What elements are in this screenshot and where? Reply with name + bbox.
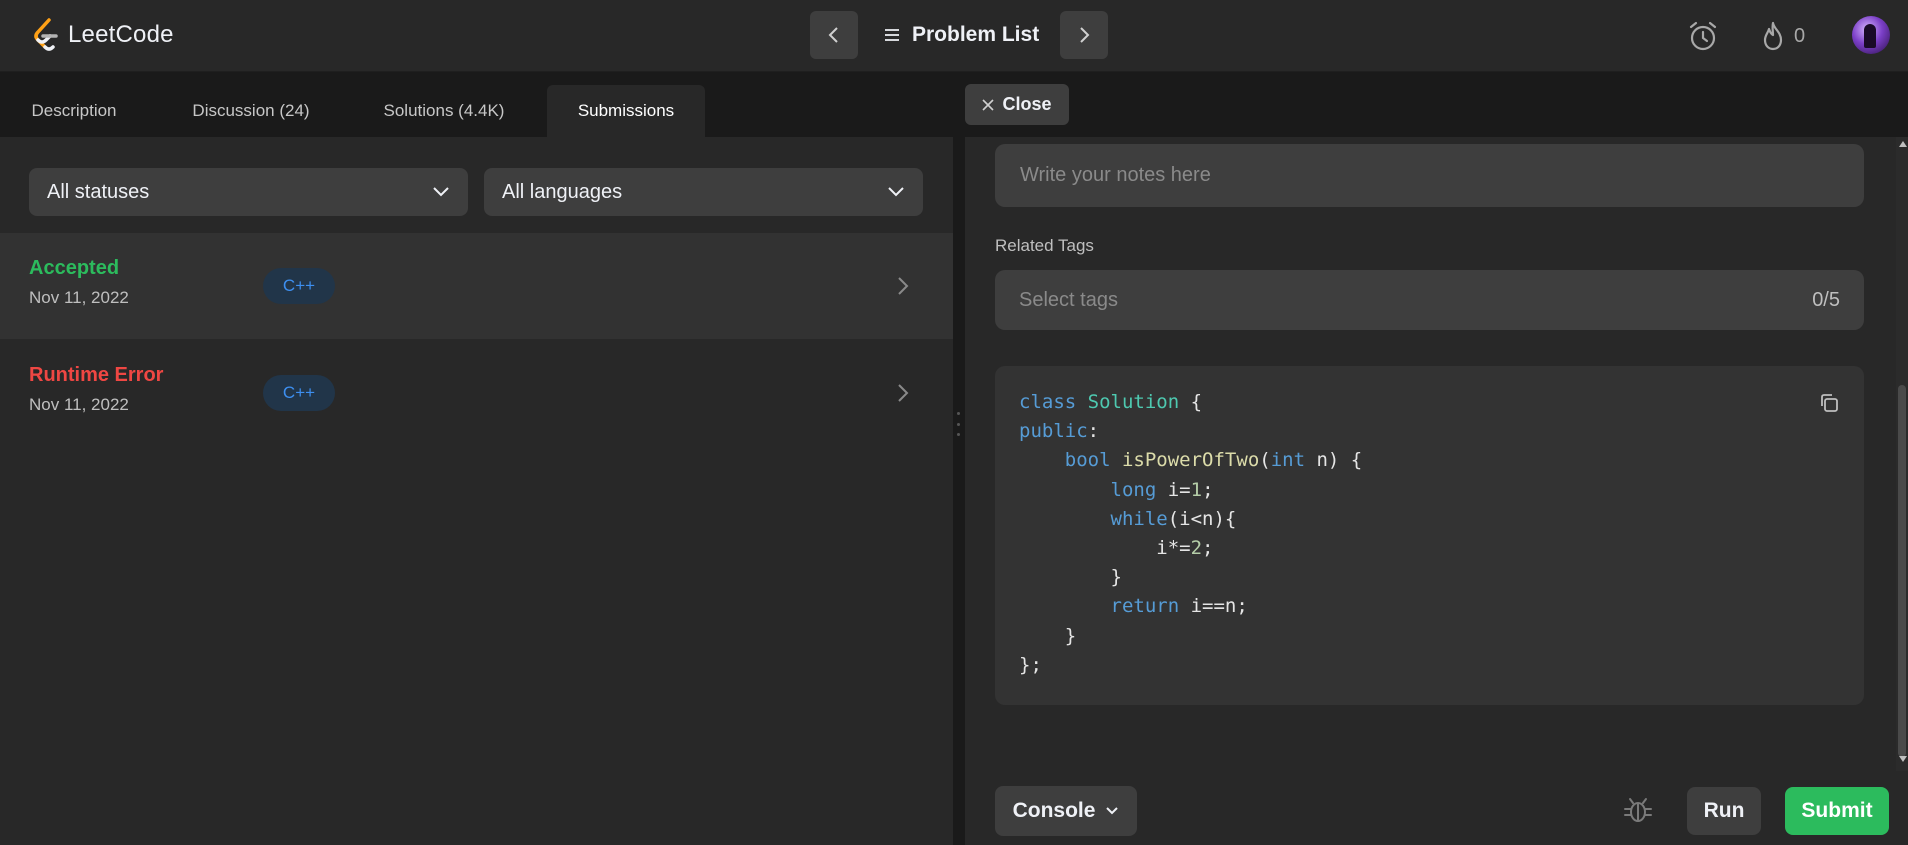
code-line: i*=2; — [1019, 537, 1214, 560]
status-filter-value: All statuses — [47, 180, 150, 203]
close-button[interactable]: Close — [965, 84, 1069, 125]
code-line: while(i<n){ — [1110, 507, 1237, 530]
tags-select[interactable]: Select tags 0/5 — [995, 270, 1864, 330]
tab-discussion[interactable]: Discussion (24) — [166, 85, 336, 137]
notes-input[interactable]: Write your notes here — [995, 144, 1864, 207]
tags-placeholder: Select tags — [1019, 288, 1118, 311]
close-icon — [982, 98, 995, 111]
submission-row[interactable]: Accepted Nov 11, 2022 C++ — [0, 233, 953, 339]
submission-date: Nov 11, 2022 — [29, 395, 129, 414]
language-filter-value: All languages — [502, 180, 623, 203]
scrollbar-thumb[interactable] — [1898, 385, 1906, 757]
code-line: return i==n; — [1110, 595, 1248, 618]
language-badge: C++ — [263, 268, 335, 304]
top-navbar: LeetCode Problem List 0 — [0, 0, 1908, 72]
left-panel: Description Discussion (24) Solutions (4… — [0, 73, 953, 845]
resize-handle[interactable] — [957, 412, 961, 436]
submission-status: Runtime Error — [29, 364, 164, 386]
brand-name: LeetCode — [68, 21, 174, 48]
console-button[interactable]: Console — [995, 786, 1137, 836]
chevron-right-icon — [1080, 27, 1090, 43]
language-badge: C++ — [263, 375, 335, 411]
tags-count: 0/5 — [1812, 288, 1840, 311]
scroll-up-arrow[interactable] — [1899, 141, 1907, 147]
code-line: public: — [1019, 420, 1100, 443]
user-avatar[interactable] — [1852, 16, 1890, 54]
tab-description[interactable]: Description — [0, 85, 148, 137]
problem-list-label: Problem List — [912, 23, 1040, 46]
code-line: } — [1019, 624, 1077, 647]
code-line: class Solution { — [1019, 391, 1203, 413]
code-line: } — [1019, 566, 1122, 589]
chevron-down-icon — [433, 187, 449, 197]
notes-placeholder: Write your notes here — [1020, 164, 1211, 186]
chevron-right-icon — [898, 277, 909, 295]
language-filter-select[interactable]: All languages — [484, 168, 923, 216]
code-line: bool isPowerOfTwo(int n) { — [1064, 449, 1363, 472]
submission-date: Nov 11, 2022 — [29, 288, 129, 307]
related-tags-label: Related Tags — [995, 236, 1094, 255]
detail-scrollbar[interactable] — [1896, 137, 1908, 771]
code-line: long i=1; — [1110, 478, 1214, 501]
streak-button[interactable]: 0 — [1760, 16, 1805, 56]
chevron-down-icon — [1106, 807, 1119, 815]
submission-status: Accepted — [29, 257, 120, 279]
console-label: Console — [1012, 799, 1096, 822]
prev-problem-button[interactable] — [810, 11, 858, 59]
leetcode-logo-icon — [34, 18, 58, 51]
code-line: }; — [1019, 653, 1042, 676]
tab-solutions[interactable]: Solutions (4.4K) — [358, 85, 530, 137]
code-block: class Solution { public: bool isPowerOfTw… — [995, 366, 1864, 705]
chevron-down-icon — [888, 187, 904, 197]
copy-icon[interactable] — [1818, 392, 1840, 414]
code-content: class Solution { public: bool isPowerOfTw… — [1019, 388, 1362, 680]
bug-icon[interactable] — [1622, 794, 1654, 826]
chevron-right-icon — [898, 384, 909, 402]
list-icon — [885, 29, 899, 41]
timer-button[interactable] — [1686, 16, 1720, 56]
close-label: Close — [1002, 94, 1052, 114]
scroll-down-arrow[interactable] — [1899, 756, 1907, 762]
run-button[interactable]: Run — [1687, 787, 1761, 835]
alarm-clock-icon — [1689, 21, 1717, 51]
panel-divider[interactable] — [953, 73, 965, 845]
leetcode-logo[interactable]: LeetCode — [32, 16, 174, 54]
chevron-left-icon — [828, 27, 838, 43]
submit-button[interactable]: Submit — [1785, 787, 1889, 835]
flame-icon — [1763, 21, 1783, 51]
submission-row[interactable]: Runtime Error Nov 11, 2022 C++ — [0, 339, 953, 445]
streak-count: 0 — [1794, 24, 1806, 47]
problem-tabs: Description Discussion (24) Solutions (4… — [0, 73, 953, 137]
detail-header — [965, 73, 1908, 137]
status-filter-select[interactable]: All statuses — [29, 168, 468, 216]
tab-submissions[interactable]: Submissions — [547, 85, 705, 137]
problem-list-button[interactable]: Problem List — [884, 14, 1039, 56]
next-problem-button[interactable] — [1060, 11, 1108, 59]
